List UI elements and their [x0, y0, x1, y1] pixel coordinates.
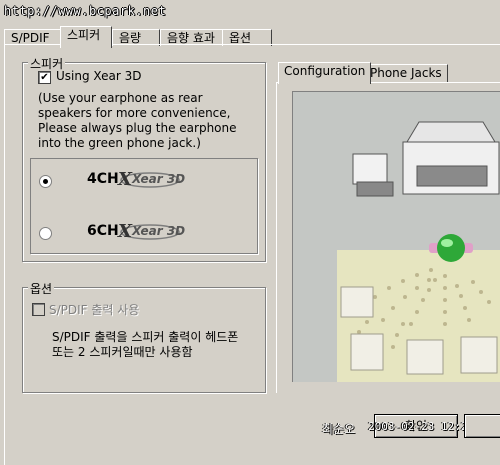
- xear-3d-logo-6ch-text: Xear 3D: [132, 224, 186, 238]
- xear-3d-logo-4ch-text: Xear 3D: [132, 172, 186, 186]
- option-4ch-label: 4CH: [87, 171, 119, 187]
- spdif-output-checkbox-label: S/PDIF 출력 사용: [49, 303, 140, 317]
- tab-configuration[interactable]: Configuration: [278, 62, 372, 84]
- speaker-configuration-illustration: [292, 91, 500, 382]
- radio-4ch[interactable]: [39, 175, 52, 188]
- spdif-output-checkbox[interactable]: [32, 303, 45, 316]
- tab-phone-jacks[interactable]: Phone Jacks: [364, 64, 448, 82]
- cancel-button-partial[interactable]: [464, 414, 500, 438]
- author-signature: 최순오: [322, 422, 356, 436]
- tab-speaker[interactable]: 스피커: [60, 26, 112, 48]
- option-6ch-label: 6CH: [87, 223, 119, 239]
- xear-description: (Use your earphone as rear speakers for …: [38, 91, 237, 150]
- xear-3d-checkbox-label: Using Xear 3D: [56, 69, 142, 83]
- watermark-text: http://www.bcpark.net: [4, 4, 167, 18]
- spdif-note: S/PDIF 출력을 스피커 출력이 헤드폰 또는 2 스피커일때만 사용함: [52, 330, 239, 359]
- option-group-legend: 옵션: [28, 280, 55, 297]
- xear-3d-checkbox[interactable]: ✔: [38, 71, 51, 84]
- svg-text:X: X: [117, 221, 133, 242]
- radio-6ch[interactable]: [39, 227, 52, 240]
- svg-text:X: X: [117, 169, 133, 190]
